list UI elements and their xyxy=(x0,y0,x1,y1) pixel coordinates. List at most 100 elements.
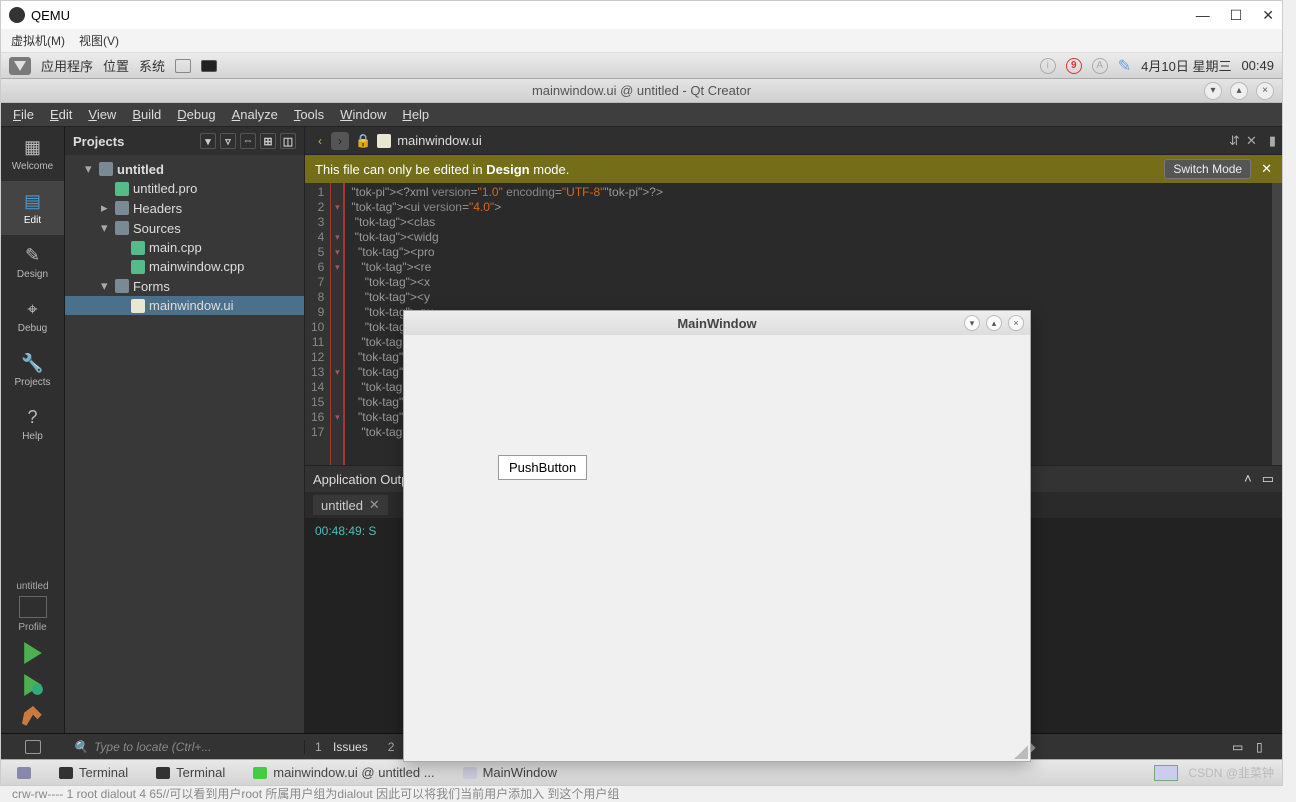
menu-tools[interactable]: Tools xyxy=(294,107,324,122)
tree-project[interactable]: ▾untitled xyxy=(65,159,304,179)
terminal-icon xyxy=(156,767,170,779)
tree-main-cpp[interactable]: main.cpp xyxy=(65,238,304,257)
qtc-minimize-button[interactable]: ▾ xyxy=(1204,82,1222,100)
nav-back-icon[interactable]: ‹ xyxy=(311,132,329,150)
menu-system[interactable]: 系统 xyxy=(139,56,165,75)
window-icon xyxy=(463,767,477,779)
menu-applications[interactable]: 应用程序 xyxy=(41,56,93,75)
menu-view[interactable]: View xyxy=(88,107,116,122)
mode-edit[interactable]: ▤Edit xyxy=(1,181,64,235)
grid-icon: ▦ xyxy=(22,137,44,159)
running-app-window[interactable]: MainWindow ▾ ▴ × PushButton xyxy=(403,310,1031,762)
close-button[interactable]: ✕ xyxy=(1262,7,1274,24)
menu-window[interactable]: Window xyxy=(340,107,386,122)
tree-headers[interactable]: ▸Headers xyxy=(65,198,304,218)
cpp-file-icon xyxy=(131,241,145,255)
progress-icon[interactable]: ▭ xyxy=(1232,740,1248,754)
mode-debug[interactable]: ⌖Debug xyxy=(1,289,64,343)
kit-selector[interactable]: untitled Profile xyxy=(1,577,64,637)
menu-file[interactable]: File xyxy=(13,107,34,122)
add-icon[interactable]: ⊞ xyxy=(260,133,276,149)
mode-welcome[interactable]: ▦Welcome xyxy=(1,127,64,181)
app-close-button[interactable]: × xyxy=(1008,315,1024,331)
app-minimize-button[interactable]: ▾ xyxy=(964,315,980,331)
filter-icon[interactable]: ▿ xyxy=(220,133,236,149)
taskbar-item-mainwindow[interactable]: MainWindow xyxy=(455,765,565,780)
tree-mainwindow-cpp[interactable]: mainwindow.cpp xyxy=(65,257,304,276)
locator-input[interactable]: 🔍 Type to locate (Ctrl+... xyxy=(65,740,305,754)
resize-grip[interactable] xyxy=(1014,745,1028,759)
folder-icon xyxy=(115,221,129,235)
tree-mainwindow-ui[interactable]: mainwindow.ui xyxy=(65,296,304,315)
show-desktop-button[interactable] xyxy=(9,767,39,779)
tree-pro-file[interactable]: untitled.pro xyxy=(65,179,304,198)
toggle-sidebar-icon[interactable] xyxy=(25,740,41,754)
app-maximize-button[interactable]: ▴ xyxy=(986,315,1002,331)
mode-projects[interactable]: 🔧Projects xyxy=(1,343,64,397)
qtc-close-button[interactable]: × xyxy=(1256,82,1274,100)
menu-help[interactable]: Help xyxy=(402,107,429,122)
fold-gutter[interactable]: ▾▾▾▾▾▾ xyxy=(331,183,343,465)
run-button[interactable] xyxy=(1,637,64,669)
network-icon[interactable]: ✎ xyxy=(1118,56,1131,76)
push-button[interactable]: PushButton xyxy=(498,455,587,480)
mode-help[interactable]: ?Help xyxy=(1,397,64,451)
project-icon xyxy=(99,162,113,176)
qemu-titlebar[interactable]: QEMU — ☐ ✕ xyxy=(1,1,1282,29)
maximize-button[interactable]: ☐ xyxy=(1230,7,1243,24)
nav-forward-icon[interactable]: › xyxy=(331,132,349,150)
editor-tab[interactable]: mainwindow.ui xyxy=(377,133,1223,148)
output-tab[interactable]: untitled ✕ xyxy=(313,495,388,515)
indicator-icon[interactable]: i xyxy=(1040,58,1056,74)
terminal-launcher-icon[interactable] xyxy=(201,60,217,72)
help-icon: ? xyxy=(22,407,44,429)
tree-forms[interactable]: ▾Forms xyxy=(65,276,304,296)
split-editor-icon[interactable]: ▮ xyxy=(1269,133,1276,149)
menu-view[interactable]: 视图(V) xyxy=(79,32,119,49)
toggle-right-sidebar-icon[interactable]: ▯ xyxy=(1256,740,1272,754)
menu-build[interactable]: Build xyxy=(132,107,161,122)
line-column-indicator[interactable]: ⇵ xyxy=(1229,133,1240,149)
build-button[interactable] xyxy=(1,701,64,733)
minimize-button[interactable]: — xyxy=(1196,7,1210,24)
edit-icon: ▤ xyxy=(22,191,44,213)
output-collapse-icon[interactable]: ˄ xyxy=(1244,471,1252,487)
run-debug-button[interactable] xyxy=(1,669,64,701)
notification-badge[interactable]: 9 xyxy=(1066,58,1082,74)
workspace-switcher[interactable] xyxy=(1154,765,1178,781)
split-close-icon[interactable]: ✕ xyxy=(1246,133,1257,149)
panel-launcher-icon[interactable] xyxy=(175,59,191,73)
qtc-maximize-button[interactable]: ▴ xyxy=(1230,82,1248,100)
menu-places[interactable]: 位置 xyxy=(103,56,129,75)
output-tab-issues[interactable]: 1 Issues xyxy=(305,734,378,760)
editor-toolbar: ‹ › 🔒 mainwindow.ui ⇵ ✕ ▮ xyxy=(305,127,1282,155)
switch-mode-button[interactable]: Switch Mode xyxy=(1164,159,1251,179)
taskbar-item-terminal2[interactable]: Terminal xyxy=(148,765,233,780)
indicator-a-icon[interactable]: A xyxy=(1092,58,1108,74)
scrollbar[interactable] xyxy=(1272,183,1282,465)
lock-icon[interactable]: 🔒 xyxy=(355,133,371,149)
taskbar-item-terminal1[interactable]: Terminal xyxy=(51,765,136,780)
warn-text-pre: This file can only be edited in xyxy=(315,162,486,177)
close-warning-icon[interactable]: ✕ xyxy=(1261,161,1272,177)
app-client-area: PushButton xyxy=(404,335,1030,761)
clock-date[interactable]: 4月10日 星期三 xyxy=(1141,56,1231,75)
link-icon[interactable]: ⇔ xyxy=(240,133,256,149)
menu-debug[interactable]: Debug xyxy=(177,107,215,122)
menu-edit[interactable]: Edit xyxy=(50,107,72,122)
taskbar-item-qtcreator[interactable]: mainwindow.ui @ untitled ... xyxy=(245,765,442,780)
guest-taskbar: Terminal Terminal mainwindow.ui @ untitl… xyxy=(1,759,1282,785)
clock-time[interactable]: 00:49 xyxy=(1241,58,1274,73)
menu-analyze[interactable]: Analyze xyxy=(232,107,278,122)
menu-vm[interactable]: 虚拟机(M) xyxy=(11,32,65,49)
output-close-icon[interactable]: ▭ xyxy=(1262,471,1274,487)
qtcreator-window-titlebar[interactable]: mainwindow.ui @ untitled - Qt Creator ▾ … xyxy=(1,79,1282,103)
project-tree[interactable]: ▾untitled untitled.pro ▸Headers ▾Sources… xyxy=(65,155,304,733)
proj-dropdown-icon[interactable]: ▾ xyxy=(200,133,216,149)
split-icon[interactable]: ◫ xyxy=(280,133,296,149)
tree-sources[interactable]: ▾Sources xyxy=(65,218,304,238)
mode-design[interactable]: ✎Design xyxy=(1,235,64,289)
app-titlebar[interactable]: MainWindow ▾ ▴ × xyxy=(404,311,1030,335)
close-output-tab-icon[interactable]: ✕ xyxy=(369,497,380,513)
applications-menu-icon[interactable] xyxy=(9,57,31,75)
